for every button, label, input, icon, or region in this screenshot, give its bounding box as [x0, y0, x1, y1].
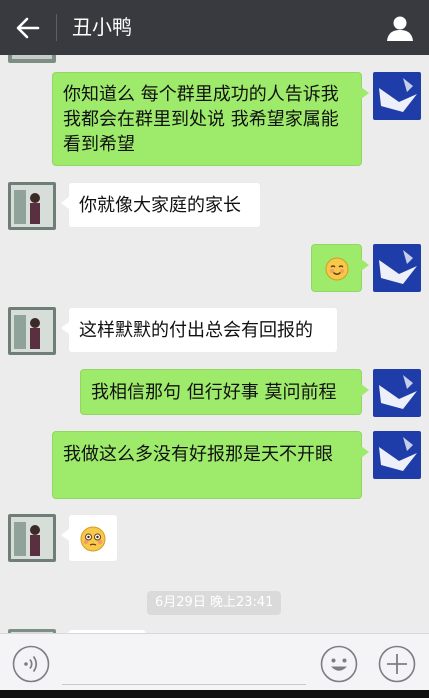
chat-area[interactable]: 你知道么 每个群里成功的人告诉我 我都会在群里到处说 我希望家属能看到希望 你就… [0, 55, 429, 633]
chat-info-button[interactable] [385, 13, 415, 43]
more-button[interactable] [378, 645, 416, 683]
flushed-face-emoji [80, 526, 106, 552]
input-bar [0, 633, 429, 690]
message-text: 你就像大家庭的家长 [79, 195, 241, 216]
message-text: 我做这么多没有好报那是天不开眼 [63, 444, 333, 465]
message-bubble-received[interactable]: 这样默默的付出总会有回报的 [61, 307, 338, 353]
header-divider [56, 14, 57, 41]
message-text: 你知道么 每个群里成功的人告诉我 我都会在群里到处说 我希望家属能看到希望 [63, 84, 339, 155]
contact-avatar[interactable] [8, 182, 56, 230]
voice-button[interactable] [12, 645, 50, 683]
back-button[interactable] [12, 12, 44, 44]
message-bubble-sent[interactable] [311, 244, 369, 292]
message-bubble-received[interactable] [61, 514, 118, 562]
plus-icon [378, 645, 416, 683]
voice-icon [12, 645, 50, 683]
message-bubble-sent[interactable]: 我相信那句 但行好事 莫问前程 [80, 369, 369, 415]
timestamp: 6月29日 晚上23:41 [147, 591, 282, 615]
message-text: 这样默默的付出总会有回报的 [79, 320, 313, 341]
emoji-icon [320, 645, 358, 683]
message-bubble-received[interactable]: 你就像大家庭的家长 [61, 182, 261, 228]
my-avatar[interactable] [373, 72, 421, 120]
contact-avatar[interactable] [8, 307, 56, 355]
message-input[interactable] [62, 684, 306, 685]
chat-title: 丑小鸭 [72, 15, 132, 39]
arrow-left-icon [16, 17, 40, 39]
my-avatar[interactable] [373, 369, 421, 417]
top-bar: 丑小鸭 [0, 0, 429, 55]
contact-avatar[interactable] [8, 514, 56, 562]
person-icon [387, 16, 413, 41]
message-text: 我相信那句 但行好事 莫问前程 [91, 382, 337, 403]
message-bubble-sent[interactable]: 你知道么 每个群里成功的人告诉我 我都会在群里到处说 我希望家属能看到希望 [52, 72, 369, 166]
smiling-face-emoji [325, 257, 349, 281]
message-bubble-sent[interactable]: 我做这么多没有好报那是天不开眼 [52, 431, 369, 499]
emoji-button[interactable] [320, 645, 358, 683]
my-avatar[interactable] [373, 244, 421, 292]
contact-avatar[interactable] [8, 55, 56, 63]
my-avatar[interactable] [373, 431, 421, 479]
system-nav-strip [0, 690, 429, 698]
